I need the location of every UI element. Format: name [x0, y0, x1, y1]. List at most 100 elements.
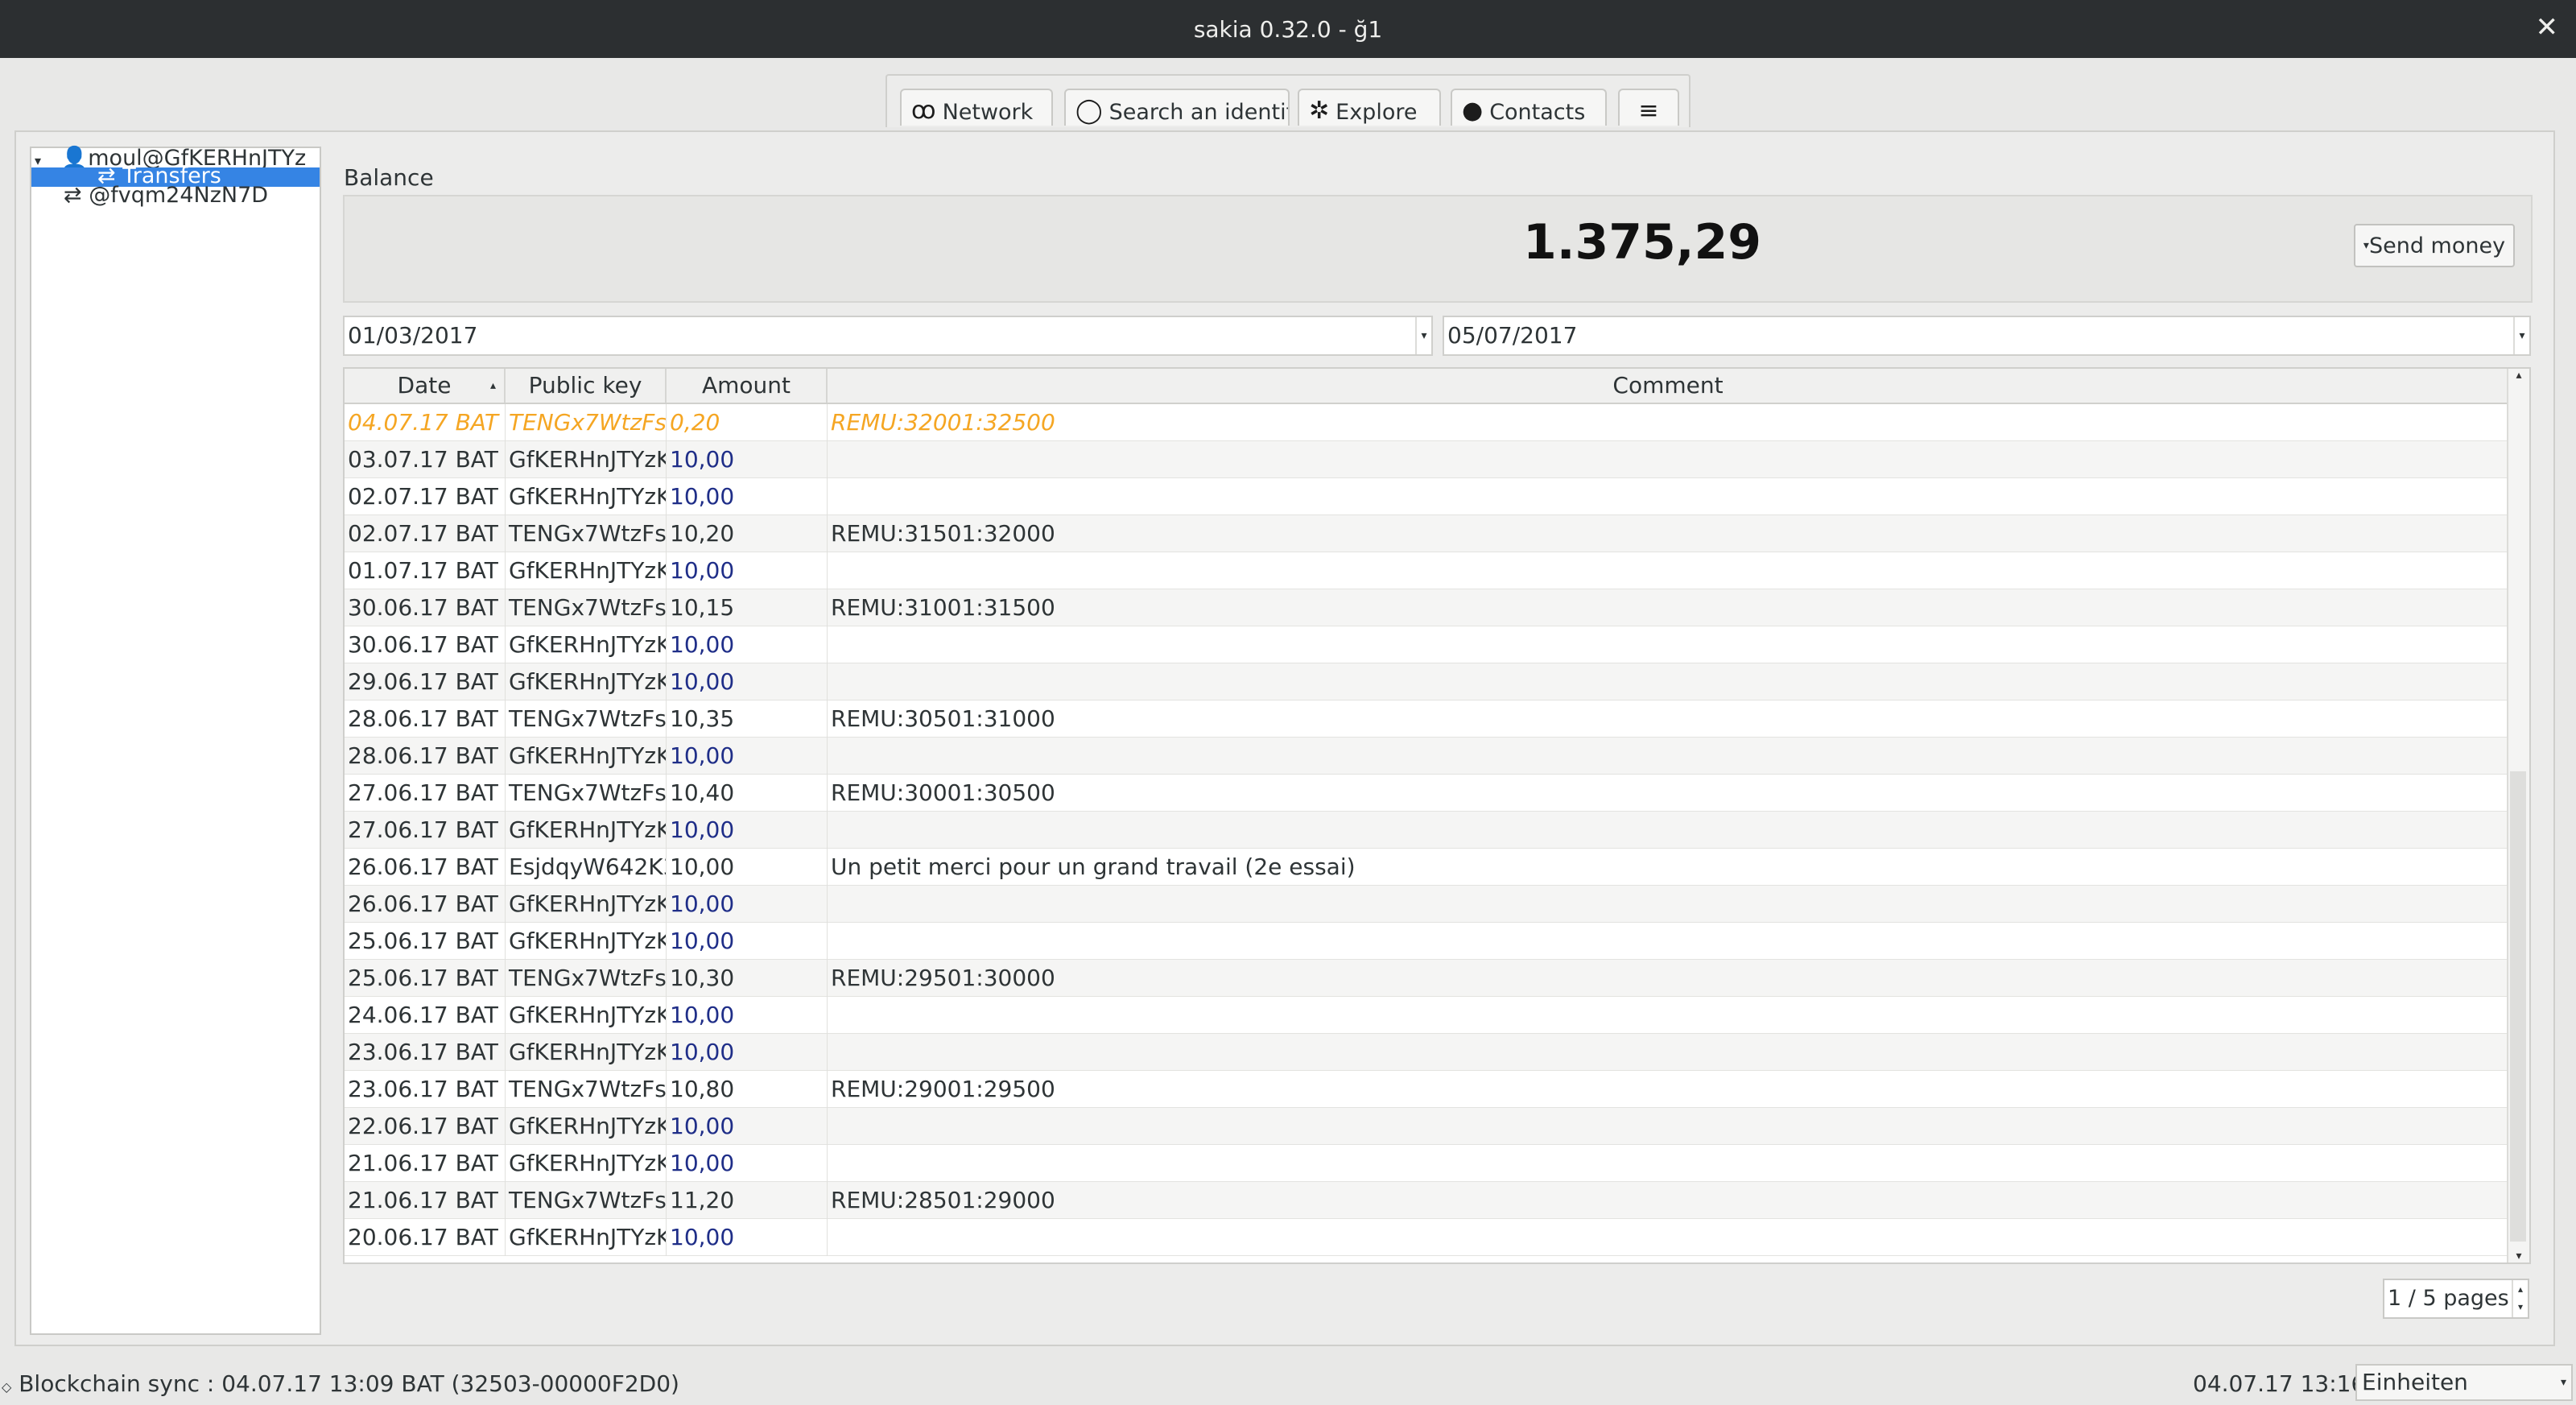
table-row[interactable]: 01.07.17 BATGfKERHnJTYzKhKUma5h1uWhetbA8…: [345, 552, 2510, 589]
table-row[interactable]: 21.06.17 BATGfKERHnJTYzKhKUma5h1uWhetbA8…: [345, 1145, 2510, 1182]
cell-amount: 10,20: [667, 515, 828, 552]
cell-comment: [828, 441, 2510, 478]
cell-pubkey: TENGx7WtzFsTXwnbrPEvb6odX2WnqYcnnrjiiLvp…: [506, 1182, 667, 1219]
date-from-input[interactable]: 01/03/2017 ▾: [343, 316, 1433, 356]
table-row[interactable]: 30.06.17 BATGfKERHnJTYzKhKUma5h1uWhetbA8…: [345, 626, 2510, 663]
unit-select[interactable]: Einheiten ▾: [2355, 1364, 2573, 1401]
cell-pubkey: GfKERHnJTYzKhKUma5h1uWhetbA8yHKymhVH2raf…: [506, 478, 667, 515]
cell-date: 20.06.17 BAT: [345, 1219, 506, 1256]
date-to-input[interactable]: 05/07/2017 ▾: [1443, 316, 2531, 356]
cell-comment: [828, 1145, 2510, 1182]
table-row[interactable]: 04.07.17 BATTENGx7WtzFsTXwnbrPEvb6odX2Wn…: [345, 404, 2510, 441]
table-row[interactable]: 27.06.17 BATTENGx7WtzFsTXwnbrPEvb6odX2Wn…: [345, 775, 2510, 812]
cell-amount: 10,00: [667, 849, 828, 886]
cell-amount: 10,30: [667, 960, 828, 997]
cell-amount: 10,00: [667, 738, 828, 775]
cell-comment: REMU:28501:29000: [828, 1182, 2510, 1219]
cell-date: 26.06.17 BAT: [345, 886, 506, 923]
cell-amount: 10,40: [667, 775, 828, 812]
cell-comment: REMU:29501:30000: [828, 960, 2510, 997]
chevron-down-icon: ▾: [2363, 239, 2369, 252]
cell-comment: REMU:31501:32000: [828, 515, 2510, 552]
column-header-comment[interactable]: Comment: [828, 369, 2510, 403]
table-row[interactable]: 02.07.17 BATTENGx7WtzFsTXwnbrPEvb6odX2Wn…: [345, 515, 2510, 552]
cell-amount: 10,00: [667, 812, 828, 849]
cell-comment: [828, 552, 2510, 589]
contacts-button[interactable]: ● Contacts: [1451, 89, 1607, 126]
window-titlebar: sakia 0.32.0 - ğ1 ✕: [0, 0, 2576, 58]
scrollbar-thumb[interactable]: [2510, 771, 2526, 1242]
chevron-down-icon[interactable]: ▾: [2513, 317, 2529, 354]
cell-date: 26.06.17 BAT: [345, 849, 506, 886]
table-row[interactable]: 24.06.17 BATGfKERHnJTYzKhKUma5h1uWhetbA8…: [345, 997, 2510, 1034]
balance-label: Balance: [344, 164, 434, 191]
cell-comment: [828, 663, 2510, 700]
status-time: 04.07.17 13:16: [2193, 1370, 2366, 1397]
table-row[interactable]: 22.06.17 BATGfKERHnJTYzKhKUma5h1uWhetbA8…: [345, 1108, 2510, 1145]
cell-amount: 10,15: [667, 589, 828, 626]
table-scrollbar[interactable]: ▴ ▾: [2507, 369, 2529, 1262]
cell-amount: 10,00: [667, 1108, 828, 1145]
close-icon[interactable]: ✕: [2536, 11, 2559, 43]
cell-date: 28.06.17 BAT: [345, 738, 506, 775]
table-row[interactable]: 03.07.17 BATGfKERHnJTYzKhKUma5h1uWhetbA8…: [345, 441, 2510, 478]
column-header-public-key[interactable]: Public key: [506, 369, 667, 403]
cell-pubkey: TENGx7WtzFsTXwnbrPEvb6odX2WnqYcnnrjiiLvp…: [506, 700, 667, 738]
cell-pubkey: GfKERHnJTYzKhKUma5h1uWhetbA8yHKymhVH2raf…: [506, 738, 667, 775]
explore-button[interactable]: ✲ Explore: [1298, 89, 1441, 126]
table-row[interactable]: 21.06.17 BATTENGx7WtzFsTXwnbrPEvb6odX2Wn…: [345, 1182, 2510, 1219]
cell-date: 02.07.17 BAT: [345, 515, 506, 552]
table-row[interactable]: 23.06.17 BATGfKERHnJTYzKhKUma5h1uWhetbA8…: [345, 1034, 2510, 1071]
send-money-label: Send money: [2368, 233, 2506, 258]
cell-amount: 10,00: [667, 478, 828, 515]
table-row[interactable]: 30.06.17 BATTENGx7WtzFsTXwnbrPEvb6odX2Wn…: [345, 589, 2510, 626]
tree-item-connection[interactable]: ⇄ @fvqm24NzN7D: [64, 184, 268, 206]
table-row[interactable]: 28.06.17 BATGfKERHnJTYzKhKUma5h1uWhetbA8…: [345, 738, 2510, 775]
table-row[interactable]: 26.06.17 BATGfKERHnJTYzKhKUma5h1uWhetbA8…: [345, 886, 2510, 923]
scroll-down-icon[interactable]: ▾: [2508, 1250, 2529, 1262]
table-row[interactable]: 25.06.17 BATTENGx7WtzFsTXwnbrPEvb6odX2Wn…: [345, 960, 2510, 997]
search-icon: ◯: [1075, 97, 1103, 125]
sync-status-text: Blockchain sync : 04.07.17 13:09 BAT (32…: [19, 1370, 679, 1397]
explore-icon: ✲: [1309, 97, 1330, 125]
table-row[interactable]: 02.07.17 BATGfKERHnJTYzKhKUma5h1uWhetbA8…: [345, 478, 2510, 515]
cell-pubkey: TENGx7WtzFsTXwnbrPEvb6odX2WnqYcnnrjiiLvp…: [506, 775, 667, 812]
network-button[interactable]: ꝏ Network: [900, 89, 1053, 126]
unit-select-value: Einheiten: [2362, 1369, 2468, 1395]
cell-pubkey: EsjdqyW642K3kBNY2BXqfhPPtTLRPE3yLaArkSZg…: [506, 849, 667, 886]
cell-date: 27.06.17 BAT: [345, 812, 506, 849]
cell-pubkey: GfKERHnJTYzKhKUma5h1uWhetbA8yHKymhVH2raf…: [506, 1108, 667, 1145]
account-tree: ▾ 👤moul@GfKERHnJTYz ⇄ Transfers ⇄ @fvqm2…: [30, 147, 321, 1335]
page-selector[interactable]: 1 / 5 pages ▴ ▾: [2383, 1279, 2529, 1319]
cell-comment: [828, 738, 2510, 775]
cell-amount: 10,00: [667, 997, 828, 1034]
table-row[interactable]: 20.06.17 BATGfKERHnJTYzKhKUma5h1uWhetbA8…: [345, 1219, 2510, 1256]
date-from-value: 01/03/2017: [348, 322, 478, 349]
cell-date: 25.06.17 BAT: [345, 923, 506, 960]
column-header-date[interactable]: Date ▴: [345, 369, 506, 403]
search-identity-button[interactable]: ◯ Search an identity: [1064, 89, 1290, 126]
table-row[interactable]: 26.06.17 BATEsjdqyW642K3kBNY2BXqfhPPtTLR…: [345, 849, 2510, 886]
cell-amount: 10,00: [667, 626, 828, 663]
send-money-button[interactable]: ▾ Send money: [2354, 224, 2515, 267]
chevron-down-icon[interactable]: ▾: [1415, 317, 1431, 354]
cell-date: 04.07.17 BAT: [345, 404, 506, 441]
scroll-up-icon[interactable]: ▴: [2508, 369, 2529, 382]
cell-comment: [828, 923, 2510, 960]
table-row[interactable]: 28.06.17 BATTENGx7WtzFsTXwnbrPEvb6odX2Wn…: [345, 700, 2510, 738]
cell-comment: REMU:32001:32500: [828, 404, 2510, 441]
cell-date: 30.06.17 BAT: [345, 589, 506, 626]
table-row[interactable]: 29.06.17 BATGfKERHnJTYzKhKUma5h1uWhetbA8…: [345, 663, 2510, 700]
cell-pubkey: GfKERHnJTYzKhKUma5h1uWhetbA8yHKymhVH2raf…: [506, 997, 667, 1034]
table-row[interactable]: 23.06.17 BATTENGx7WtzFsTXwnbrPEvb6odX2Wn…: [345, 1071, 2510, 1108]
cell-pubkey: GfKERHnJTYzKhKUma5h1uWhetbA8yHKymhVH2raf…: [506, 552, 667, 589]
cell-amount: 10,35: [667, 700, 828, 738]
cell-pubkey: GfKERHnJTYzKhKUma5h1uWhetbA8yHKymhVH2raf…: [506, 441, 667, 478]
cell-comment: [828, 626, 2510, 663]
menu-button[interactable]: ≡: [1618, 89, 1679, 126]
table-row[interactable]: 27.06.17 BATGfKERHnJTYzKhKUma5h1uWhetbA8…: [345, 812, 2510, 849]
column-header-amount[interactable]: Amount: [667, 369, 828, 403]
cell-date: 01.07.17 BAT: [345, 552, 506, 589]
table-row[interactable]: 25.06.17 BATGfKERHnJTYzKhKUma5h1uWhetbA8…: [345, 923, 2510, 960]
page-stepper[interactable]: ▴ ▾: [2512, 1280, 2528, 1317]
